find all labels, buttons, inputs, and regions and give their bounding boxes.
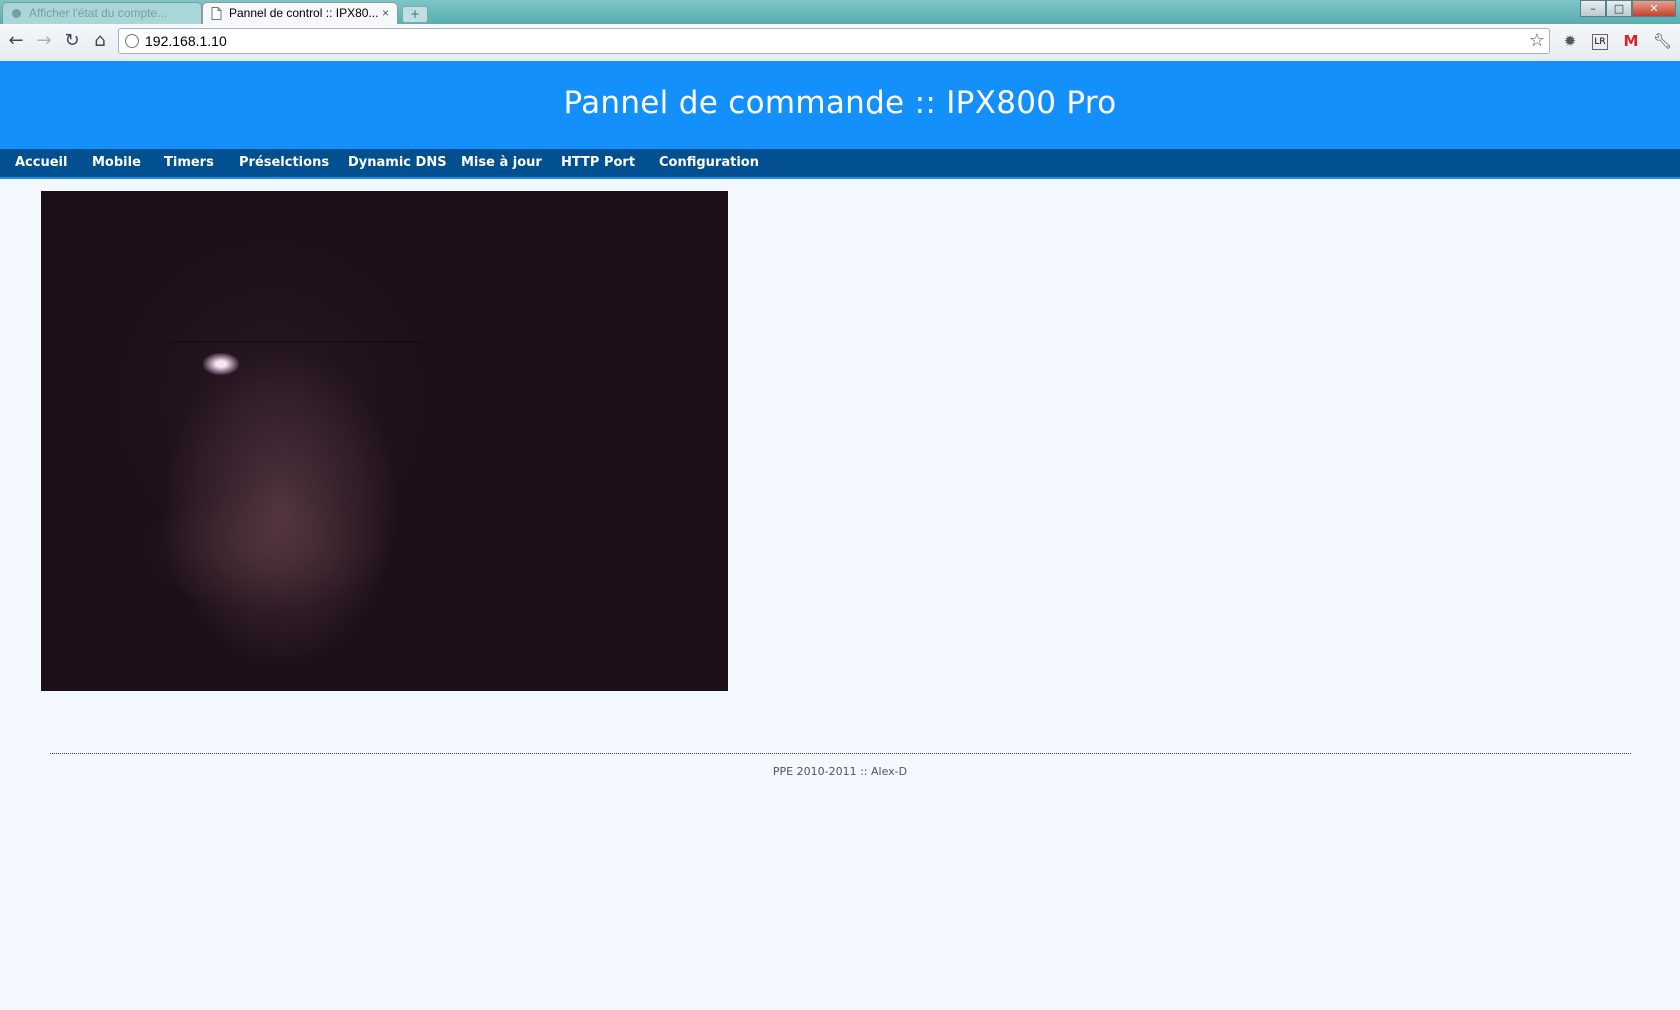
- minimize-button[interactable]: –: [1580, 0, 1606, 17]
- menu-item-preselctions[interactable]: Préselctions: [239, 149, 329, 177]
- close-tab-icon[interactable]: ×: [382, 3, 389, 24]
- window-controls: – □ ✕: [1580, 0, 1676, 18]
- webcam-glare: [203, 353, 239, 375]
- browser-tab-active[interactable]: Pannel de control :: IPX80... ×: [202, 2, 398, 24]
- globe-icon: [125, 34, 139, 48]
- address-text[interactable]: 192.168.1.10: [145, 29, 227, 53]
- menu-item-http-port[interactable]: HTTP Port: [561, 149, 635, 177]
- browser-tab-inactive[interactable]: Afficher l'état du compte...: [2, 2, 202, 24]
- forward-icon[interactable]: →: [33, 29, 55, 53]
- gear-extension-icon[interactable]: ✹: [1561, 32, 1579, 50]
- address-bar[interactable]: 192.168.1.10 ☆: [118, 28, 1550, 54]
- bookmark-star-icon[interactable]: ☆: [1529, 29, 1545, 53]
- tab-strip: Afficher l'état du compte... Pannel de c…: [0, 0, 1680, 24]
- home-icon[interactable]: ⌂: [89, 29, 111, 53]
- menu-item-accueil[interactable]: Accueil: [15, 149, 67, 177]
- maximize-button[interactable]: □: [1606, 0, 1632, 17]
- footer-credit: PPE 2010-2011 :: Alex-D: [772, 765, 908, 778]
- menu-item-dynamic-dns[interactable]: Dynamic DNS: [348, 149, 447, 177]
- tab-title: Pannel de control :: IPX80...: [229, 6, 379, 20]
- browser-toolbar: ← → ↻ ⌂ 192.168.1.10 ☆ ✹ LR M 🔧︎: [0, 24, 1680, 62]
- gmail-icon[interactable]: M: [1622, 32, 1640, 50]
- lr-extension-icon[interactable]: LR: [1592, 34, 1608, 50]
- footer-divider: [50, 753, 1631, 754]
- new-tab-button[interactable]: +: [402, 6, 428, 23]
- document-icon: [211, 7, 222, 20]
- menu-item-timers[interactable]: Timers: [164, 149, 214, 177]
- menu-item-mobile[interactable]: Mobile: [92, 149, 141, 177]
- background-window-toolbar: [440, 4, 1140, 20]
- main-menu: Accueil Mobile Timers Préselctions Dynam…: [0, 149, 1680, 179]
- reload-icon[interactable]: ↻: [61, 29, 83, 53]
- page-title: Pannel de commande :: IPX800 Pro: [563, 85, 1117, 121]
- menu-item-mise-a-jour[interactable]: Mise à jour: [461, 149, 542, 177]
- webcam-feed: [41, 191, 728, 691]
- wrench-icon[interactable]: 🔧︎: [1653, 32, 1672, 50]
- page-icon: [12, 9, 21, 18]
- close-window-button[interactable]: ✕: [1632, 0, 1676, 17]
- menu-item-configuration[interactable]: Configuration: [659, 149, 759, 177]
- site-header: Pannel de commande :: IPX800 Pro: [0, 61, 1680, 149]
- back-icon[interactable]: ←: [5, 29, 27, 53]
- tab-title: Afficher l'état du compte...: [29, 6, 168, 20]
